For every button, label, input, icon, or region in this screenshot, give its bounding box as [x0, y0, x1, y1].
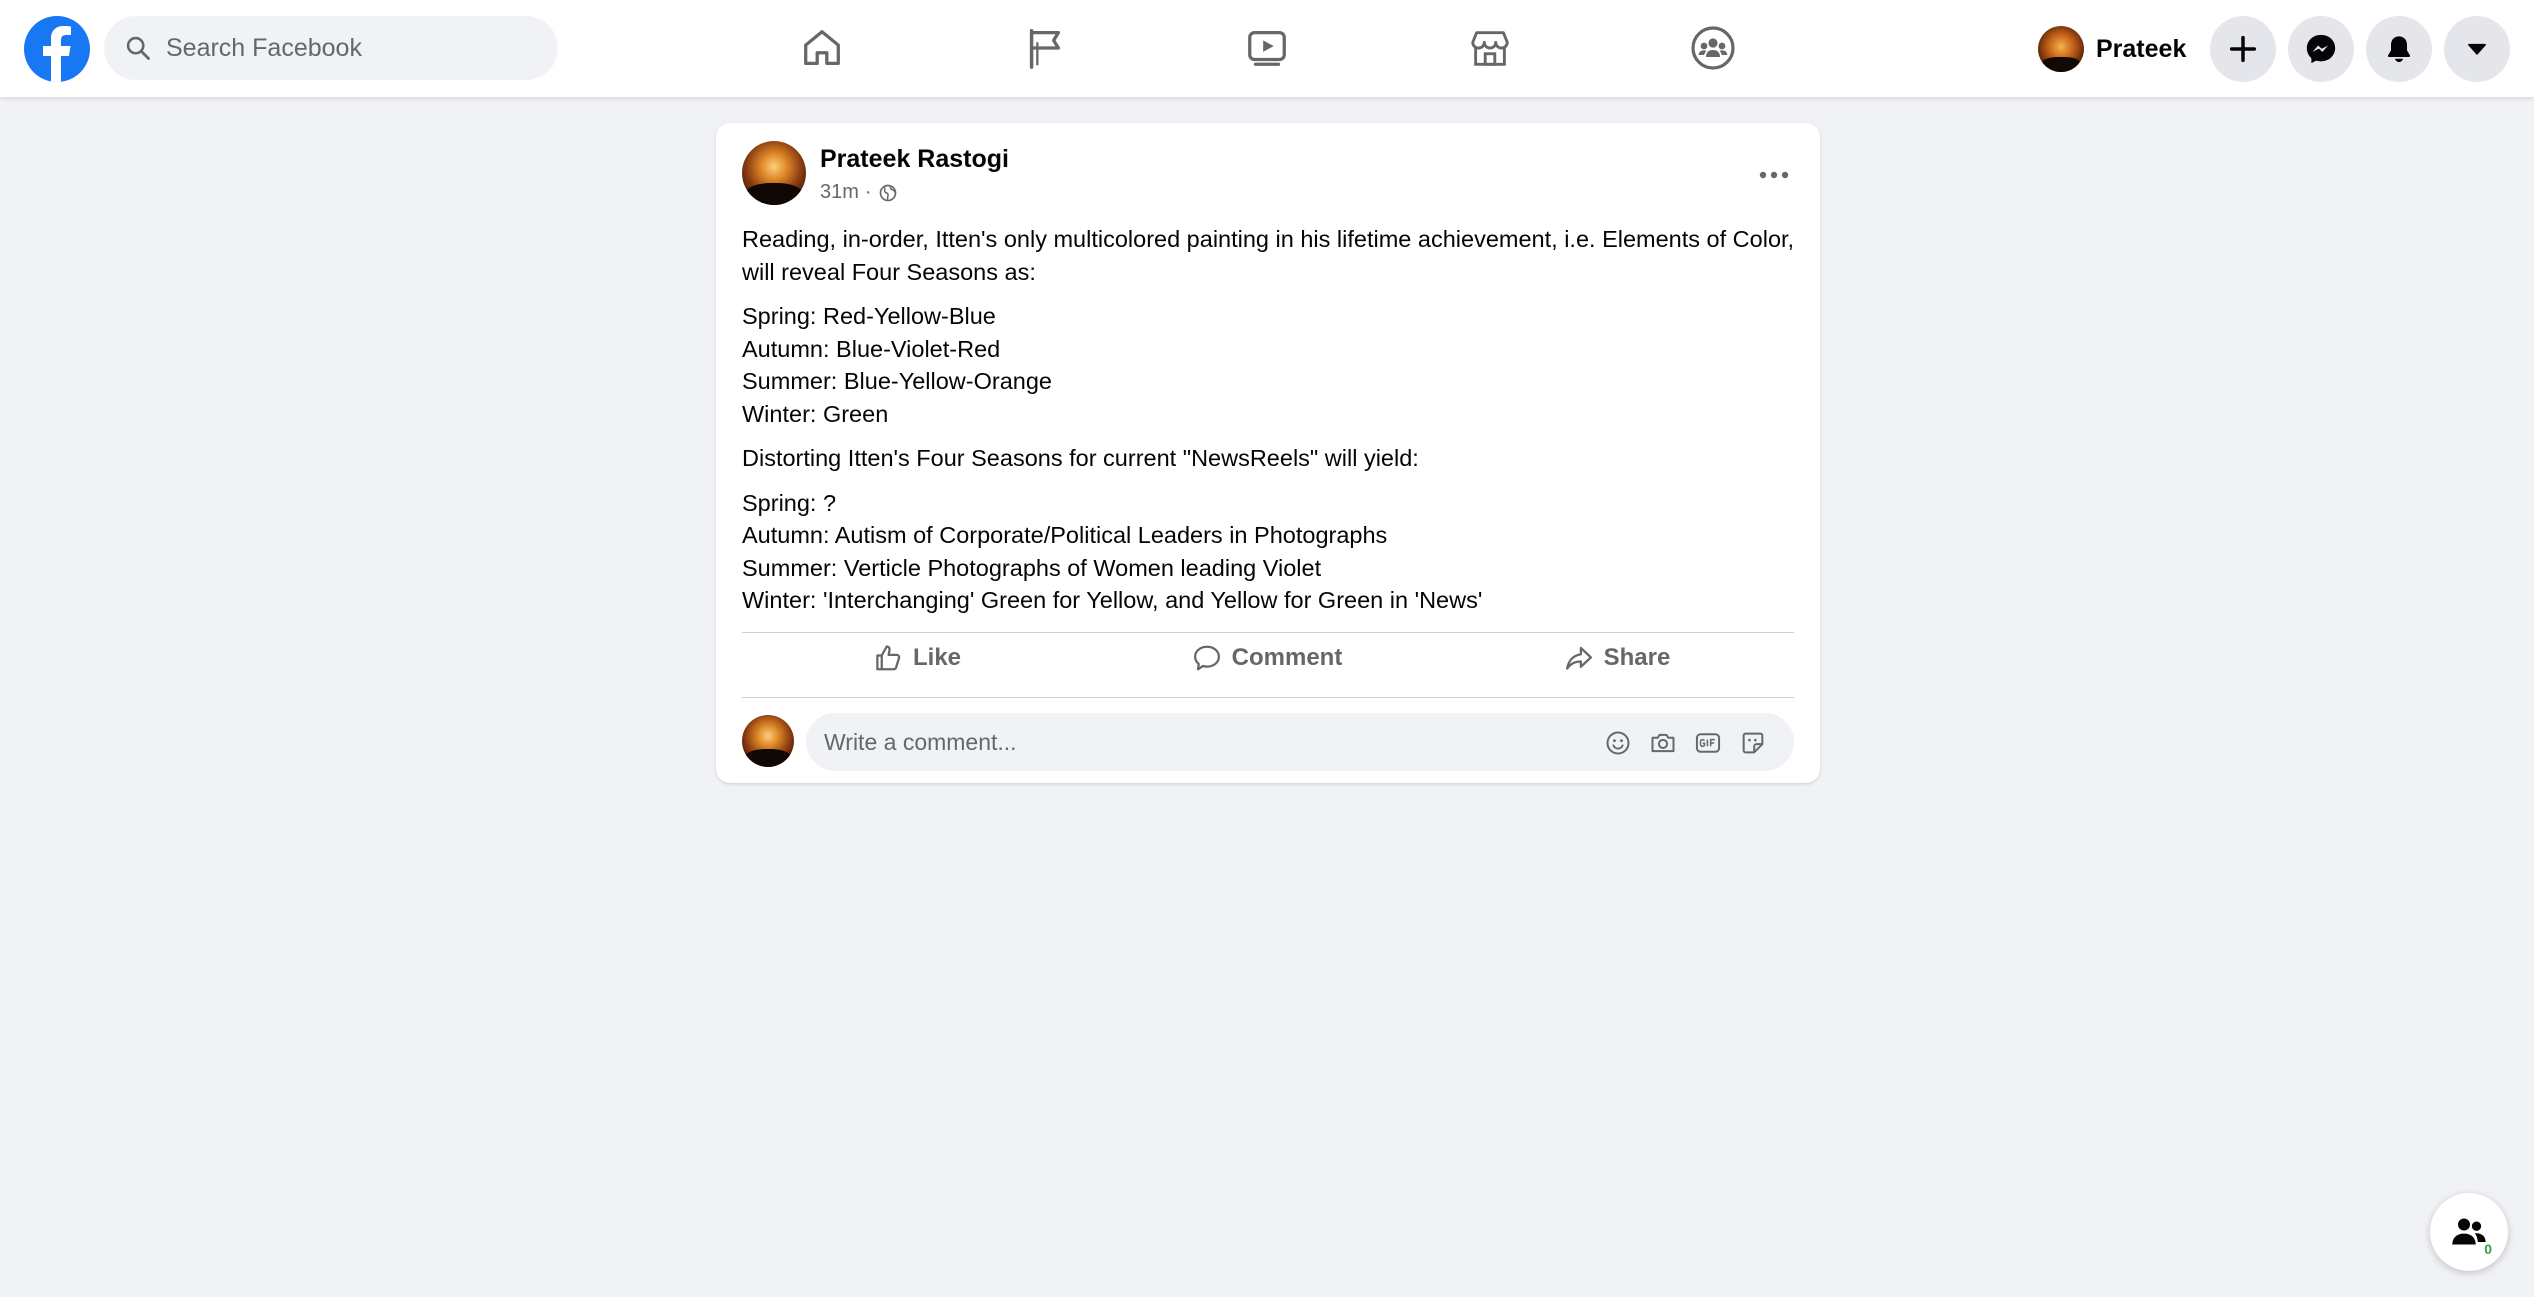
commenter-avatar	[742, 715, 794, 767]
search-input[interactable]	[166, 33, 526, 63]
post-text: Reading, in-order, Itten's only multicol…	[742, 223, 1802, 629]
post-author[interactable]: Prateek Rastogi	[820, 145, 1009, 174]
chevron-down-icon	[2468, 43, 2486, 55]
post-timestamp[interactable]: 31m	[820, 181, 859, 204]
flag-icon	[1029, 29, 1061, 69]
profile-button[interactable]: Prateek	[2030, 18, 2200, 80]
gif-icon	[1695, 733, 1721, 753]
gif-button[interactable]	[1692, 727, 1724, 759]
messenger-icon	[2306, 34, 2336, 64]
camera-icon	[1651, 733, 1675, 753]
nav-home[interactable]	[767, 8, 877, 88]
groups-icon	[1691, 26, 1735, 70]
nav-watch[interactable]	[1212, 8, 1322, 88]
comment-composer[interactable]	[806, 713, 1794, 771]
sticker-button[interactable]	[1737, 727, 1769, 759]
account-menu-button[interactable]	[2444, 16, 2510, 82]
post-paragraph: Distorting Itten's Four Seasons for curr…	[742, 442, 1802, 475]
search-bar[interactable]	[104, 16, 558, 80]
notifications-button[interactable]	[2366, 16, 2432, 82]
post-meta: 31m ·	[820, 181, 898, 204]
post-line: Reading, in-order, Itten's only multicol…	[742, 226, 1795, 285]
post-line: Winter: Green	[742, 400, 889, 427]
like-icon	[876, 645, 901, 671]
video-icon	[1248, 31, 1286, 66]
emoji-icon	[1606, 731, 1630, 755]
photo-button[interactable]	[1647, 727, 1679, 759]
create-button[interactable]	[2210, 16, 2276, 82]
divider	[742, 697, 1794, 698]
avatar	[2038, 26, 2084, 72]
comment-icon	[1193, 645, 1220, 671]
facebook-logo-icon[interactable]	[24, 16, 90, 82]
post-line: Autumn: Blue-Violet-Red	[742, 335, 1001, 362]
nav-pages[interactable]	[990, 8, 1100, 88]
post-paragraph: Spring: ? Autumn: Autism of Corporate/Po…	[742, 487, 1802, 617]
contacts-icon	[2452, 1218, 2486, 1245]
comment-button[interactable]: Comment	[1092, 631, 1442, 685]
emoji-button[interactable]	[1602, 727, 1634, 759]
bell-icon	[2387, 36, 2411, 63]
like-label: Like	[912, 644, 962, 671]
post-line: Summer: Blue-Yellow-Orange	[742, 368, 1052, 394]
post-line: Summer: Verticle Photographs of Women le…	[742, 554, 1322, 581]
sticker-icon	[1742, 732, 1764, 754]
globe-icon[interactable]	[878, 183, 898, 203]
author-avatar[interactable]	[742, 141, 806, 205]
create-icon	[2229, 35, 2257, 63]
like-button[interactable]: Like	[742, 631, 1092, 685]
more-options-icon	[1759, 171, 1789, 179]
nav-marketplace[interactable]	[1435, 8, 1545, 88]
post-line: Autumn: Autism of Corporate/Political Le…	[742, 522, 1388, 548]
meta-separator: ·	[864, 181, 872, 203]
post-paragraph: Spring: Red-Yellow-Blue Autumn: Blue-Vio…	[742, 300, 1802, 430]
post-options-button[interactable]	[1746, 147, 1802, 203]
post-line: Winter: 'Interchanging' Green for Yellow…	[742, 587, 1483, 613]
share-icon	[1565, 646, 1592, 670]
top-navigation-bar: Prateek	[0, 0, 2534, 97]
share-label: Share	[1603, 644, 1671, 671]
messenger-button[interactable]	[2288, 16, 2354, 82]
post-card: Prateek Rastogi 31m · Reading, in-order,…	[716, 123, 1820, 783]
search-icon	[126, 36, 150, 60]
contacts-button[interactable]: 0	[2430, 1193, 2508, 1271]
home-icon	[804, 30, 840, 65]
contacts-count: 0	[2484, 1241, 2492, 1257]
nav-groups[interactable]	[1658, 8, 1768, 88]
post-line: Distorting Itten's Four Seasons for curr…	[742, 445, 1419, 471]
share-button[interactable]: Share	[1442, 631, 1792, 685]
post-line: Spring: ?	[742, 489, 837, 516]
profile-name: Prateek	[2096, 34, 2187, 63]
comment-input[interactable]	[824, 728, 1584, 756]
post-paragraph: Reading, in-order, Itten's only multicol…	[742, 223, 1802, 288]
post-line: Spring: Red-Yellow-Blue	[742, 303, 996, 329]
comment-label: Comment	[1231, 644, 1343, 671]
marketplace-icon	[1471, 31, 1509, 66]
